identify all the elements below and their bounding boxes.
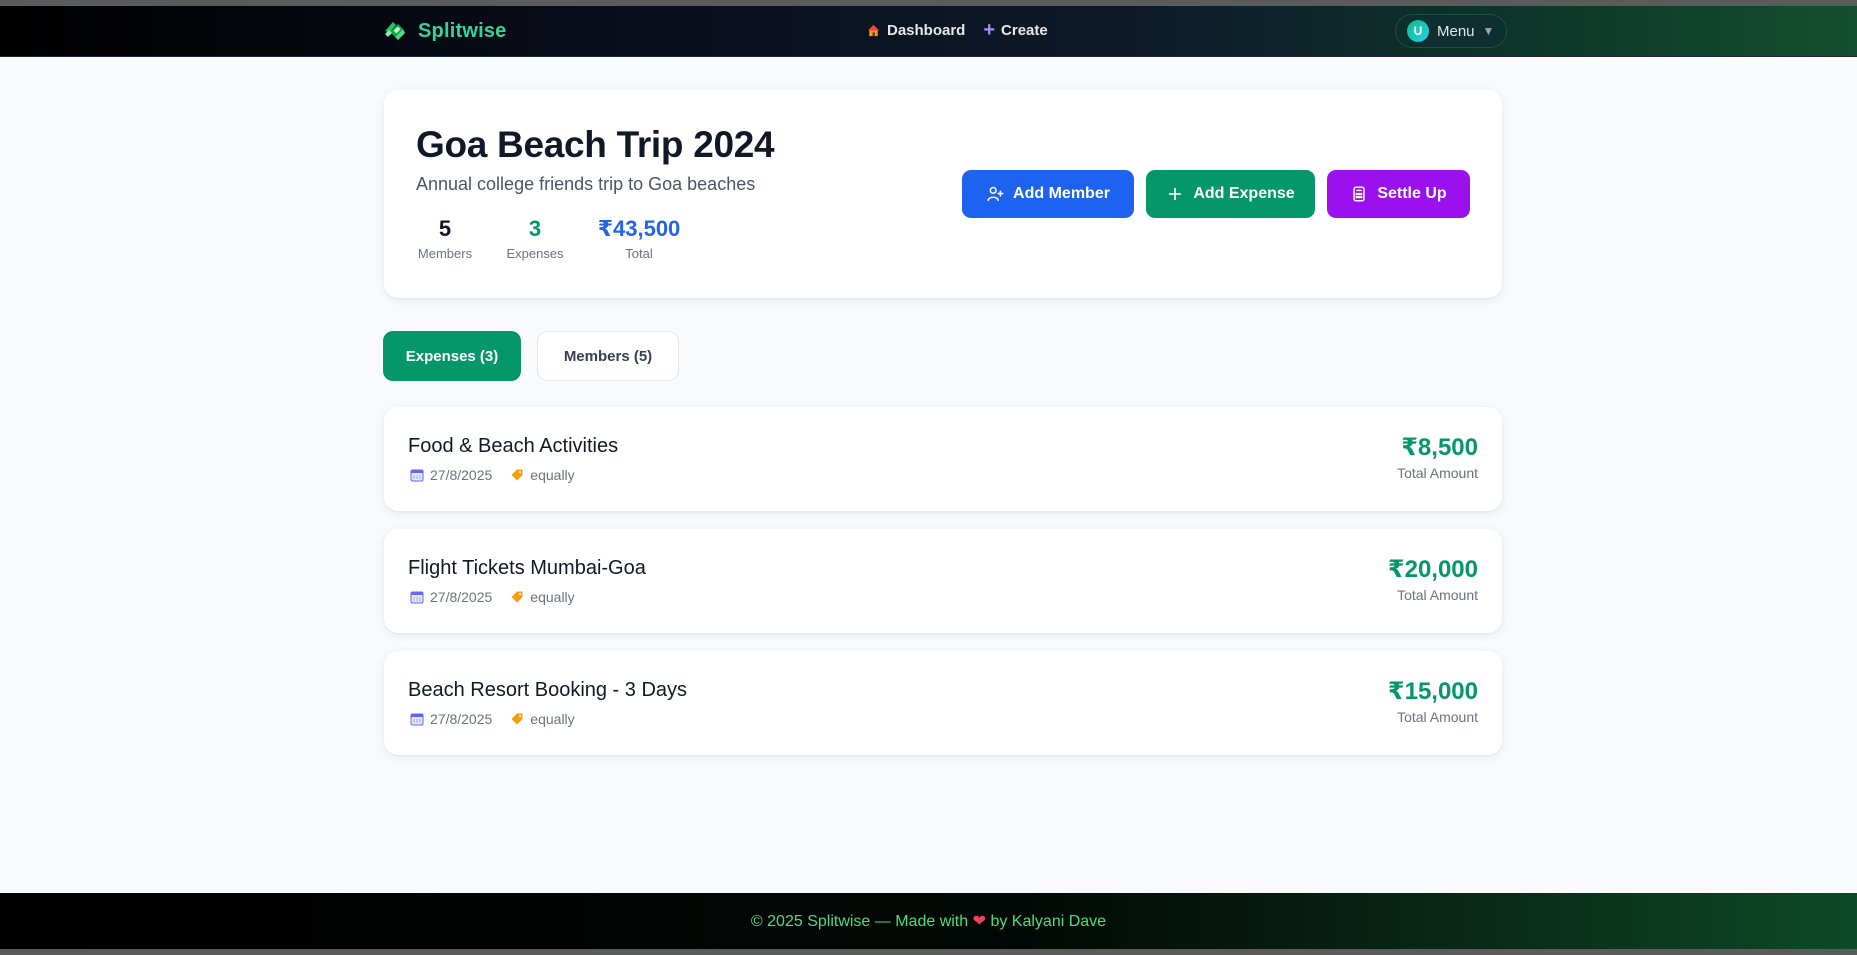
nav-link-label: Create — [1001, 21, 1048, 39]
expense-date: 27/8/2025 — [430, 589, 493, 605]
caret-down-icon: ▼ — [1482, 24, 1495, 38]
add-expense-button[interactable]: Add Expense — [1146, 170, 1315, 218]
expense-split: equally — [530, 467, 575, 483]
expense-date: 27/8/2025 — [430, 467, 493, 483]
expense-amount: ₹8,500 — [1401, 434, 1478, 461]
expense-amount-label: Total Amount — [1397, 587, 1478, 603]
nav-links: Dashboard + Create — [866, 20, 1048, 40]
plus-icon — [1169, 187, 1182, 201]
stat-members-value: 5 — [438, 216, 452, 241]
expense-title: Food & Beach Activities — [408, 435, 619, 457]
expense-card[interactable]: Food & Beach Activities 27/8/2025 equall… — [384, 407, 1502, 511]
expense-amount-label: Total Amount — [1397, 709, 1478, 725]
expense-title: Flight Tickets Mumbai-Goa — [408, 557, 646, 579]
footer-author: by Kalyani Dave — [990, 913, 1107, 930]
menu-label: Menu — [1437, 22, 1475, 40]
brand[interactable]: Splitwise — [382, 18, 507, 44]
expense-date: 27/8/2025 — [430, 711, 493, 727]
top-navbar: Splitwise Dashboard + Create U Menu ▼ — [0, 6, 1857, 57]
expense-card[interactable]: Flight Tickets Mumbai-Goa 27/8/2025 equa… — [384, 529, 1502, 633]
heart-icon: ❤ — [972, 913, 986, 930]
tag-icon — [511, 591, 523, 603]
add-member-button[interactable]: Add Member — [962, 170, 1134, 218]
brand-name: Splitwise — [418, 19, 507, 42]
plus-icon: + — [983, 19, 996, 41]
user-menu-button[interactable]: U Menu ▼ — [1395, 14, 1507, 48]
expense-meta: 27/8/2025 equally — [410, 589, 575, 605]
expense-card[interactable]: Beach Resort Booking - 3 Days 27/8/2025 … — [384, 651, 1502, 755]
stat-expenses-value: 3 — [528, 216, 542, 241]
stat-total-label: Total — [625, 246, 653, 261]
tab-expenses[interactable]: Expenses (3) — [383, 331, 521, 381]
stat-expenses: 3 Expenses — [504, 216, 566, 261]
add-member-label: Add Member — [1013, 185, 1110, 202]
calendar-icon — [410, 469, 424, 482]
settle-up-label: Settle Up — [1377, 185, 1447, 202]
expense-title: Beach Resort Booking - 3 Days — [408, 679, 688, 701]
stat-members-label: Members — [417, 246, 473, 261]
stat-total-value: ₹43,500 — [597, 216, 681, 241]
expense-amount: ₹20,000 — [1387, 556, 1478, 583]
house-icon — [867, 24, 880, 36]
group-description: Annual college friends trip to Goa beach… — [416, 174, 756, 194]
nav-link-label: Dashboard — [887, 21, 966, 39]
group-header-card: Goa Beach Trip 2024 Annual college frien… — [384, 90, 1502, 298]
footer-prefix: © 2025 Splitwise — Made with — [750, 913, 969, 930]
money-with-wings-icon — [385, 22, 405, 40]
group-title: Goa Beach Trip 2024 — [416, 124, 775, 165]
expense-split: equally — [530, 589, 575, 605]
tag-icon — [511, 469, 523, 481]
calculator-icon — [1353, 186, 1365, 202]
user-plus-icon — [987, 186, 1004, 202]
calendar-icon — [410, 713, 424, 726]
stat-members: 5 Members — [416, 216, 474, 261]
tag-icon — [511, 713, 523, 725]
window-bottom-strip — [0, 949, 1857, 955]
expense-amount: ₹15,000 — [1387, 678, 1478, 705]
nav-link-create[interactable]: + Create — [983, 20, 1047, 40]
stat-total: ₹43,500 Total — [594, 216, 684, 261]
tab-members[interactable]: Members (5) — [537, 331, 679, 381]
add-expense-label: Add Expense — [1193, 185, 1295, 202]
expense-amount-label: Total Amount — [1397, 465, 1478, 481]
expense-meta: 27/8/2025 equally — [410, 467, 575, 483]
footer-text: © 2025 Splitwise — Made with ❤ by Kalyan… — [751, 911, 1106, 931]
nav-link-dashboard[interactable]: Dashboard — [866, 22, 965, 39]
settle-up-button[interactable]: Settle Up — [1327, 170, 1470, 218]
footer: © 2025 Splitwise — Made with ❤ by Kalyan… — [0, 893, 1857, 949]
stat-expenses-label: Expenses — [506, 246, 564, 261]
calendar-icon — [410, 591, 424, 604]
expense-meta: 27/8/2025 equally — [410, 711, 575, 727]
expense-split: equally — [530, 711, 575, 727]
avatar: U — [1407, 20, 1429, 42]
